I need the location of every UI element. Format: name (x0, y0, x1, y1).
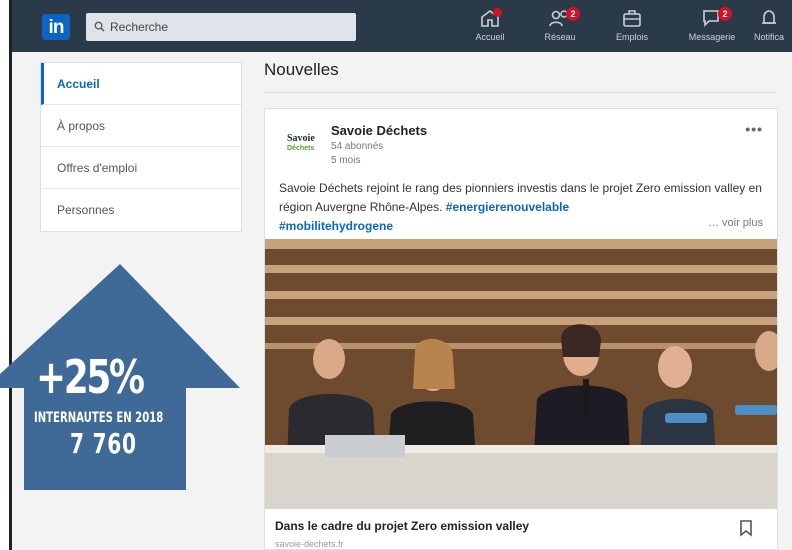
home-dot-badge (493, 8, 502, 17)
nav-network[interactable]: 2 Réseau (538, 7, 582, 48)
stat-count: 7 760 (70, 427, 137, 460)
messaging-badge: 2 (718, 7, 732, 21)
network-badge: 2 (566, 7, 580, 21)
org-logo-text: Déchets (287, 145, 315, 152)
nav-label: Emplois (615, 32, 648, 42)
menu-item-personnes[interactable]: Personnes (41, 189, 241, 231)
link-source: savoie-dechets.fr (275, 539, 344, 549)
nav-label: Accueil (475, 32, 505, 42)
stat-percent: +25% (36, 350, 145, 404)
nav-messaging[interactable]: 2 Messagerie (680, 7, 744, 48)
organization-logo[interactable]: Savoie Déchets (285, 129, 319, 159)
nav-home[interactable]: Accueil (468, 8, 512, 48)
post-image[interactable] (265, 239, 777, 509)
search-placeholder: Recherche (110, 20, 169, 34)
company-page-menu: Accueil À propos Offres d'emploi Personn… (40, 62, 242, 232)
search-icon (94, 21, 105, 32)
hashtag-link[interactable]: #mobilitehydrogene (279, 219, 393, 233)
more-options-button[interactable]: ••• (745, 121, 763, 137)
post-age: 5 mois (331, 155, 361, 166)
search-input[interactable]: Recherche (86, 13, 356, 41)
follower-count: 54 abonnés (331, 141, 384, 152)
divider (264, 92, 776, 93)
link-title[interactable]: Dans le cadre du projet Zero emission va… (275, 519, 529, 533)
organization-name[interactable]: Savoie Déchets (331, 123, 427, 138)
meeting-photo-illustration (265, 239, 777, 509)
post-card: Savoie Déchets Savoie Déchets 54 abonnés… (264, 108, 778, 550)
stat-subtitle: INTERNAUTES EN 2018 (34, 410, 164, 426)
briefcase-icon (623, 10, 641, 27)
org-logo-text: Savoie (287, 133, 315, 144)
bookmark-icon[interactable] (739, 519, 753, 537)
nav-notifications[interactable]: Notifica (754, 8, 792, 48)
nav-label: Réseau (544, 32, 576, 42)
nav-jobs[interactable]: Emplois (610, 8, 654, 48)
menu-item-accueil[interactable]: Accueil (41, 63, 241, 105)
section-title: Nouvelles (264, 60, 339, 79)
see-more-link[interactable]: … voir plus (708, 217, 763, 229)
bell-icon (762, 10, 776, 24)
post-body: Savoie Déchets rejoint le rang des pionn… (279, 179, 769, 236)
linkedin-logo[interactable]: in (42, 14, 70, 40)
nav-label: Messagerie (688, 32, 736, 42)
menu-item-a-propos[interactable]: À propos (41, 105, 241, 147)
nav-label: Notifica (754, 32, 785, 42)
hashtag-link[interactable]: #energierenouvelable (446, 200, 569, 214)
menu-item-offres-emploi[interactable]: Offres d'emploi (41, 147, 241, 189)
top-nav-bar: in Recherche Accueil 2 Réseau Emplois 2 … (12, 0, 792, 52)
